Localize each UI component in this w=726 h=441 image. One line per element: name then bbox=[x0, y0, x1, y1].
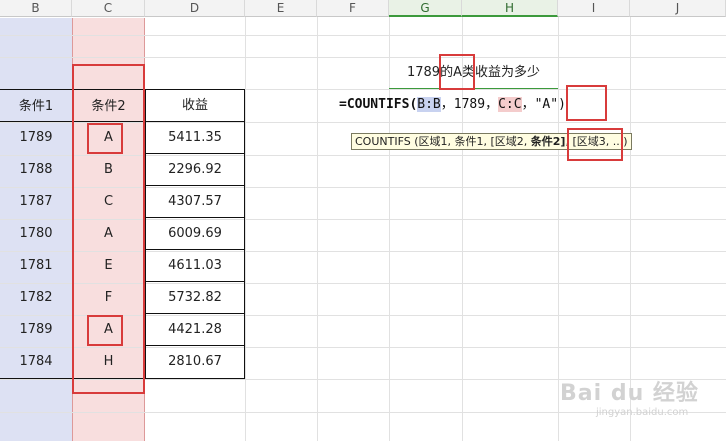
column-header-g[interactable]: G bbox=[389, 0, 462, 17]
column-header-h[interactable]: H bbox=[462, 0, 558, 17]
cell-b[interactable]: 1788 bbox=[0, 154, 72, 186]
cell-d[interactable]: 4421.28 bbox=[145, 313, 245, 346]
highlight-box-cell-c1 bbox=[87, 123, 123, 154]
column-header-b[interactable]: B bbox=[0, 0, 72, 17]
cell-b[interactable]: 1789 bbox=[0, 314, 72, 346]
cell-d[interactable]: 6009.69 bbox=[145, 217, 245, 250]
cell-d[interactable]: 5411.35 bbox=[145, 121, 245, 154]
tooltip-text: COUNTIFS (区域1, 条件1, [区域2, bbox=[355, 135, 531, 148]
watermark-text: Bai du 经验 bbox=[560, 381, 699, 406]
watermark-url: jingyan.baidu.com bbox=[596, 407, 689, 418]
formula-range2: C:C bbox=[498, 97, 522, 112]
cell-d[interactable]: 2810.67 bbox=[145, 345, 245, 379]
column-header-d[interactable]: D bbox=[145, 0, 245, 17]
highlight-box-tooltip-arg bbox=[567, 128, 623, 161]
column-header-e[interactable]: E bbox=[245, 0, 317, 17]
formula-editor[interactable]: =COUNTIFS(B:B，1789，C:C，"A") bbox=[339, 94, 566, 116]
grid-line bbox=[0, 35, 726, 36]
grid-line bbox=[0, 57, 726, 58]
header-cell-condition1[interactable]: 条件1 bbox=[0, 89, 72, 122]
cell-b[interactable]: 1782 bbox=[0, 282, 72, 314]
column-header-c[interactable]: C bbox=[72, 0, 145, 17]
cell-b[interactable]: 1787 bbox=[0, 186, 72, 218]
formula-function: =COUNTIFS( bbox=[339, 97, 418, 112]
grid-line bbox=[245, 17, 246, 441]
header-cell-revenue[interactable]: 收益 bbox=[145, 89, 245, 122]
cell-d[interactable]: 2296.92 bbox=[145, 153, 245, 186]
column-header-i[interactable]: I bbox=[558, 0, 630, 17]
column-header-j[interactable]: J bbox=[630, 0, 726, 17]
grid-line bbox=[317, 17, 318, 441]
formula-sep: ， bbox=[521, 97, 535, 112]
highlight-box-criteria2-arg bbox=[566, 85, 607, 121]
cell-b[interactable]: 1781 bbox=[0, 250, 72, 282]
baidu-watermark: Bai du 经验 jingyan.baidu.com bbox=[560, 375, 720, 418]
grid-line bbox=[558, 17, 559, 441]
column-header-f[interactable]: F bbox=[317, 0, 389, 17]
cell-b[interactable]: 1784 bbox=[0, 346, 72, 379]
highlight-box-cell-c7 bbox=[87, 315, 123, 346]
cell-d[interactable]: 5732.82 bbox=[145, 281, 245, 314]
formula-range1: B:B bbox=[417, 97, 441, 112]
question-text-suffix: 收益为多少 bbox=[474, 65, 540, 80]
formula-criteria2: "A" bbox=[534, 97, 559, 112]
tooltip-current-arg: 条件2] bbox=[530, 135, 566, 148]
cell-b[interactable]: 1789 bbox=[0, 122, 72, 154]
cell-d[interactable]: 4307.57 bbox=[145, 185, 245, 218]
formula-close: ) bbox=[558, 97, 566, 112]
cell-b[interactable]: 1780 bbox=[0, 218, 72, 250]
cell-d[interactable]: 4611.03 bbox=[145, 249, 245, 282]
highlight-box-category-a bbox=[439, 54, 475, 90]
formula-args: ，1789， bbox=[440, 97, 499, 112]
